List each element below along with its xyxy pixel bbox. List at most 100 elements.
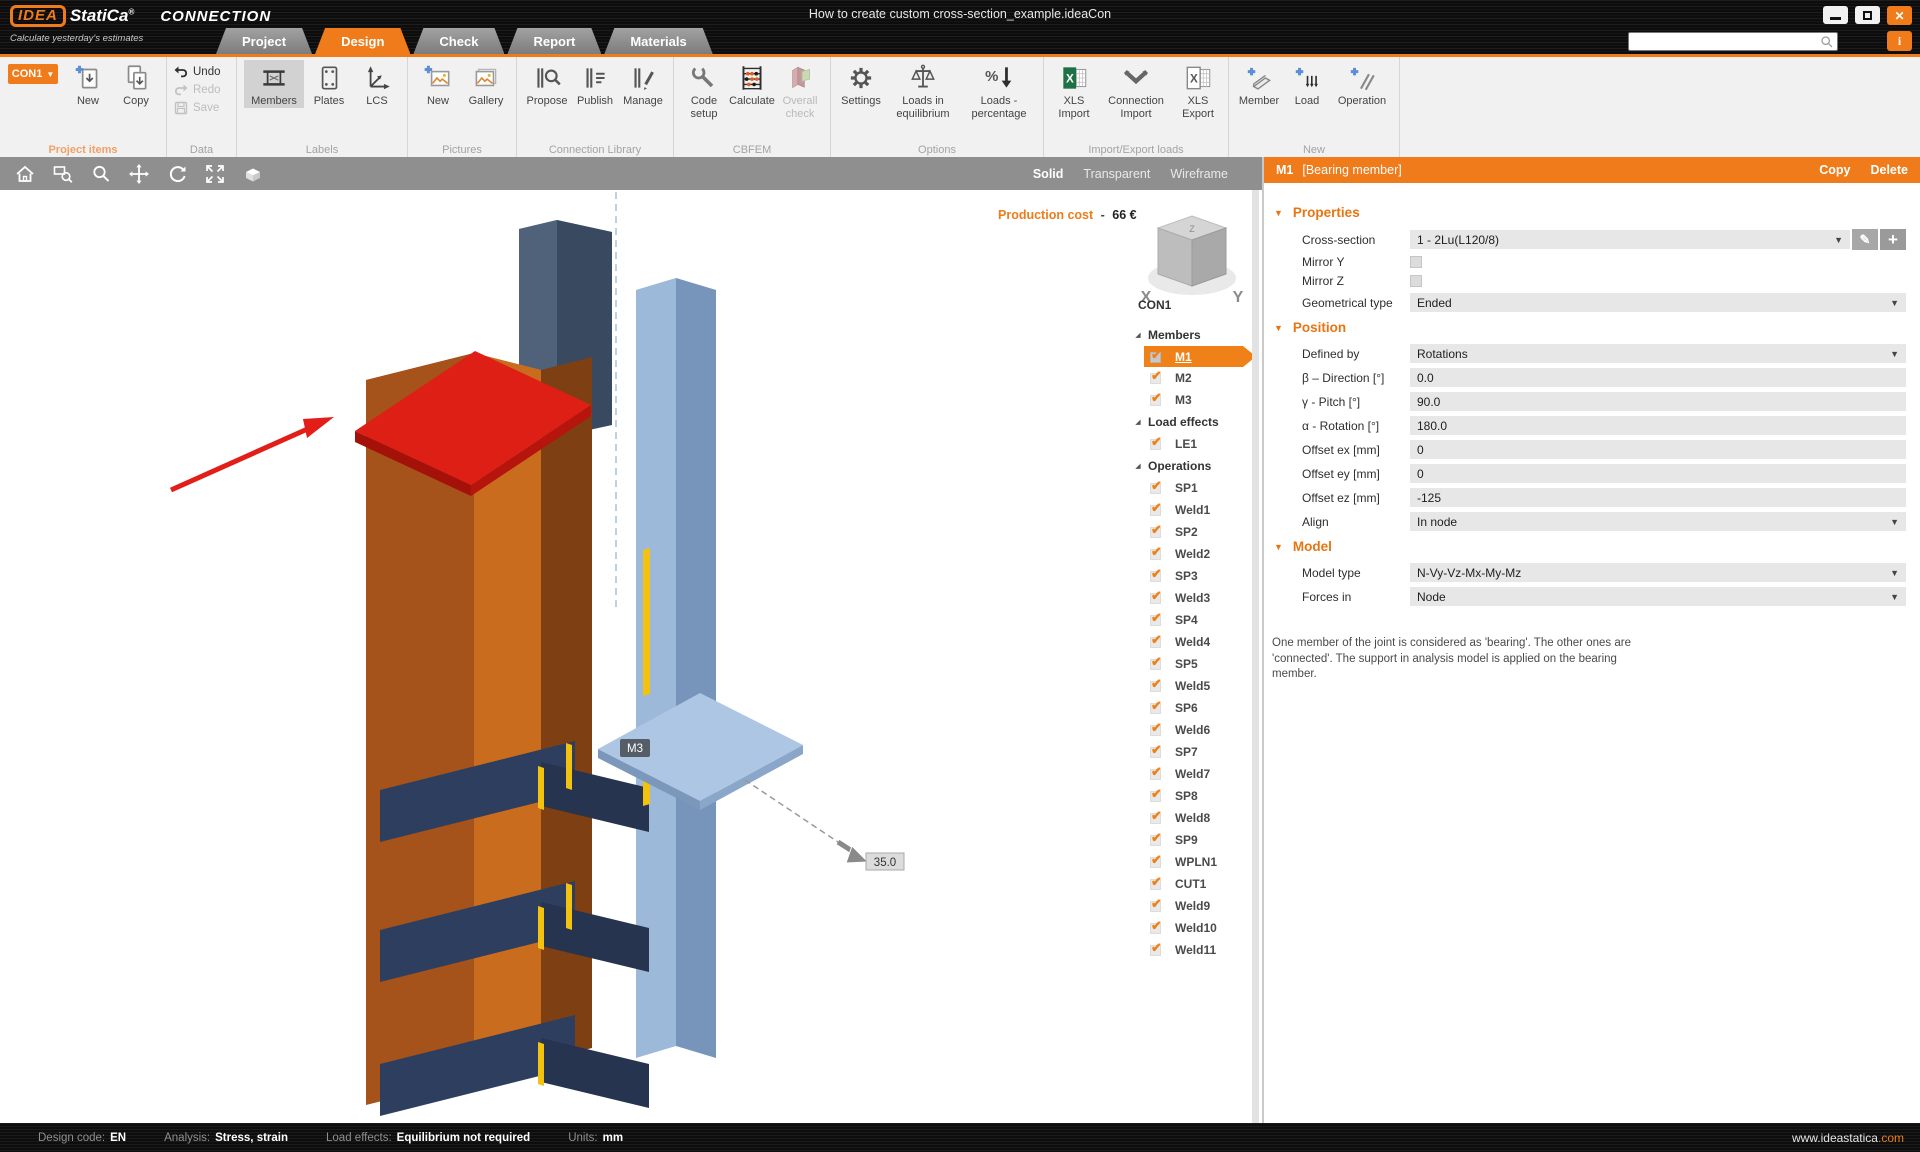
tab-project[interactable]: Project <box>216 28 312 54</box>
tree-item-weld8[interactable]: ✔Weld8 <box>1128 807 1256 829</box>
section-position[interactable]: ▼ Position <box>1270 320 1906 335</box>
align-dropdown[interactable]: In node▼ <box>1410 512 1906 531</box>
checkbox[interactable]: ✔ <box>1150 701 1164 715</box>
tree-node-members[interactable]: ◢ Members <box>1128 324 1256 346</box>
tree-item-weld7[interactable]: ✔Weld7 <box>1128 763 1256 785</box>
checkbox[interactable]: ✔ <box>1150 877 1164 891</box>
offset-ex-input[interactable]: 0 <box>1410 440 1906 459</box>
checkbox-le1[interactable]: ✔ <box>1150 437 1164 451</box>
tree-item-sp5[interactable]: ✔SP5 <box>1128 653 1256 675</box>
tree-item-weld1[interactable]: ✔Weld1 <box>1128 499 1256 521</box>
checkbox[interactable]: ✔ <box>1150 855 1164 869</box>
checkbox[interactable]: ✔ <box>1150 591 1164 605</box>
beta-direction-input[interactable]: 0.0 <box>1410 368 1906 387</box>
checkbox-m1[interactable]: ✔ <box>1150 350 1164 364</box>
tab-report[interactable]: Report <box>507 28 601 54</box>
tree-item-sp9[interactable]: ✔SP9 <box>1128 829 1256 851</box>
tree-item-weld5[interactable]: ✔Weld5 <box>1128 675 1256 697</box>
add-cross-section-button[interactable]: + <box>1880 229 1906 250</box>
lcs-labels-button[interactable]: LCS <box>354 60 400 108</box>
alpha-rotation-input[interactable]: 180.0 <box>1410 416 1906 435</box>
tree-item-wpln1[interactable]: ✔WPLN1 <box>1128 851 1256 873</box>
search-input[interactable] <box>1629 36 1820 48</box>
gamma-pitch-input[interactable]: 90.0 <box>1410 392 1906 411</box>
collapse-icon[interactable]: ◢ <box>1128 331 1148 339</box>
tree-root-con1[interactable]: CON1 <box>1128 298 1256 324</box>
copy-project-item-button[interactable]: Copy <box>113 60 159 108</box>
tree-item-sp7[interactable]: ✔SP7 <box>1128 741 1256 763</box>
edit-cross-section-button[interactable]: ✎ <box>1852 229 1878 250</box>
tree-item-weld11[interactable]: ✔Weld11 <box>1128 939 1256 961</box>
tree-node-load-effects[interactable]: ◢ Load effects <box>1128 411 1256 433</box>
home-view-icon[interactable] <box>14 163 36 185</box>
checkbox[interactable]: ✔ <box>1150 723 1164 737</box>
plates-labels-button[interactable]: Plates <box>306 60 352 108</box>
checkbox[interactable]: ✔ <box>1150 943 1164 957</box>
zoom-icon[interactable] <box>90 163 112 185</box>
new-picture-button[interactable]: New <box>415 60 461 108</box>
zoom-window-icon[interactable] <box>52 163 74 185</box>
mirror-z-checkbox[interactable] <box>1410 275 1422 287</box>
forces-in-dropdown[interactable]: Node▼ <box>1410 587 1906 606</box>
publish-button[interactable]: Publish <box>572 60 618 108</box>
tree-item-weld6[interactable]: ✔Weld6 <box>1128 719 1256 741</box>
xls-import-button[interactable]: X XLS Import <box>1051 60 1097 120</box>
pan-icon[interactable] <box>128 163 150 185</box>
xls-export-button[interactable]: X XLS Export <box>1175 60 1221 120</box>
tree-node-operations[interactable]: ◢ Operations <box>1128 455 1256 477</box>
tree-item-m3[interactable]: ✔ M3 <box>1128 389 1256 411</box>
checkbox[interactable]: ✔ <box>1150 921 1164 935</box>
cross-section-dropdown[interactable]: 1 - 2Lu(L120/8)▼ <box>1410 230 1850 249</box>
loads-in-equilibrium-button[interactable]: Loads in equilibrium <box>886 60 960 120</box>
tree-item-sp8[interactable]: ✔SP8 <box>1128 785 1256 807</box>
checkbox[interactable]: ✔ <box>1150 613 1164 627</box>
batten-plates[interactable] <box>380 741 649 1116</box>
minimize-button[interactable] <box>1823 6 1848 24</box>
tab-design[interactable]: Design <box>315 28 410 54</box>
checkbox[interactable]: ✔ <box>1150 635 1164 649</box>
gallery-button[interactable]: Gallery <box>463 60 509 108</box>
checkbox[interactable]: ✔ <box>1150 679 1164 693</box>
navigation-cube[interactable]: Z X Y <box>1141 216 1244 306</box>
redo-button[interactable]: Redo <box>173 82 221 98</box>
tree-scrollbar[interactable] <box>1252 190 1259 1123</box>
tab-materials[interactable]: Materials <box>604 28 712 54</box>
loads-percentage-button[interactable]: % Loads - percentage <box>962 60 1036 120</box>
viewport-3d[interactable]: 35.0 M3 <box>0 190 1262 1123</box>
settings-button[interactable]: Settings <box>838 60 884 108</box>
tree-item-cut1[interactable]: ✔CUT1 <box>1128 873 1256 895</box>
code-setup-button[interactable]: Code setup <box>681 60 727 120</box>
checkbox[interactable]: ✔ <box>1150 569 1164 583</box>
rotate-icon[interactable] <box>166 163 188 185</box>
overall-check-button[interactable]: Overall check <box>777 60 823 120</box>
members-labels-button[interactable]: Members <box>244 60 304 108</box>
tree-item-weld4[interactable]: ✔Weld4 <box>1128 631 1256 653</box>
tree-item-weld2[interactable]: ✔Weld2 <box>1128 543 1256 565</box>
new-member-button[interactable]: Member <box>1236 60 1282 108</box>
checkbox[interactable]: ✔ <box>1150 547 1164 561</box>
geometrical-type-dropdown[interactable]: Ended▼ <box>1410 293 1906 312</box>
mode-solid[interactable]: Solid <box>1033 167 1064 181</box>
offset-ez-input[interactable]: -125 <box>1410 488 1906 507</box>
tree-item-m1[interactable]: ✔ M1 <box>1128 346 1256 367</box>
defined-by-dropdown[interactable]: Rotations▼ <box>1410 344 1906 363</box>
tree-item-weld3[interactable]: ✔Weld3 <box>1128 587 1256 609</box>
offset-ey-input[interactable]: 0 <box>1410 464 1906 483</box>
solid-box-icon[interactable] <box>242 163 264 185</box>
checkbox-m3[interactable]: ✔ <box>1150 393 1164 407</box>
mirror-y-checkbox[interactable] <box>1410 256 1422 268</box>
checkbox[interactable]: ✔ <box>1150 525 1164 539</box>
section-properties[interactable]: ▼ Properties <box>1270 205 1906 220</box>
copy-member-button[interactable]: Copy <box>1819 163 1850 177</box>
checkbox[interactable]: ✔ <box>1150 481 1164 495</box>
tree-item-sp6[interactable]: ✔SP6 <box>1128 697 1256 719</box>
calculate-button[interactable]: Calculate <box>729 60 775 108</box>
collapse-icon[interactable]: ◢ <box>1128 462 1148 470</box>
info-button[interactable]: i <box>1887 31 1912 51</box>
maximize-button[interactable] <box>1855 6 1880 24</box>
checkbox[interactable]: ✔ <box>1150 899 1164 913</box>
new-project-item-button[interactable]: New <box>65 60 111 108</box>
tree-item-weld9[interactable]: ✔Weld9 <box>1128 895 1256 917</box>
checkbox[interactable]: ✔ <box>1150 833 1164 847</box>
new-load-button[interactable]: Load <box>1284 60 1330 108</box>
